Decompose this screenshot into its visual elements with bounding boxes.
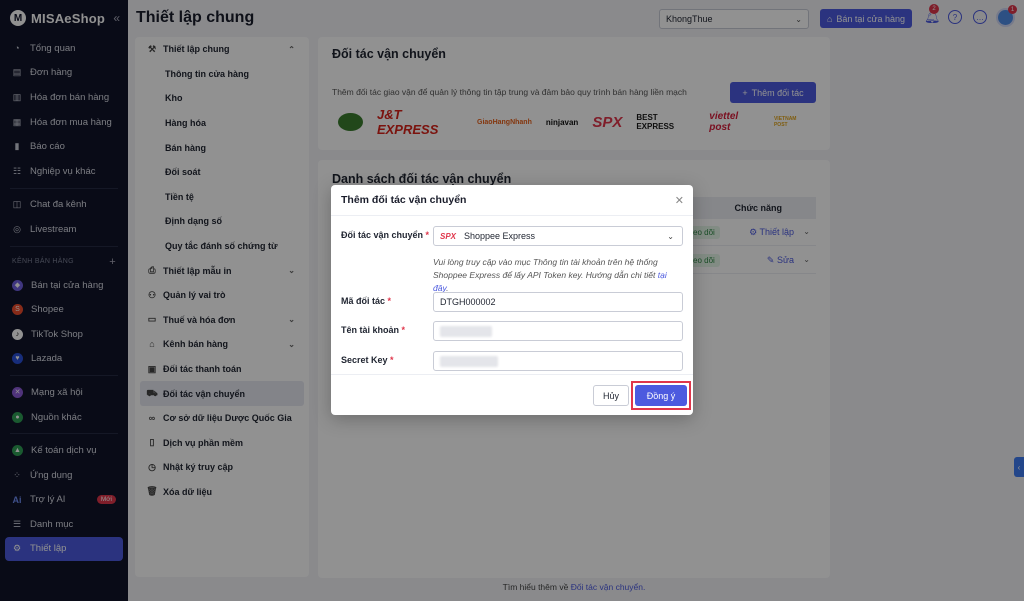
redacted-value [440,355,498,367]
account-label: Tên tài khoản * [341,325,406,335]
chevron-down-icon: ⌄ [667,231,674,241]
close-icon[interactable]: ✕ [675,194,684,207]
modal-footer: Hủy Đồng ý [331,375,693,415]
secret-label: Secret Key * [341,355,394,365]
partner-code-input[interactable]: DTGH000002 [433,292,683,312]
code-label: Mã đối tác * [341,296,392,306]
modal-title: Thêm đối tác vận chuyển [341,194,467,206]
code-field-row: Mã đối tác * DTGH000002 [341,292,683,312]
redacted-value [440,325,492,337]
partner-field-row: Đối tác vận chuyển * SPX Shoppee Express… [341,226,683,246]
spx-logo-icon: SPX [440,231,457,241]
add-partner-modal: Thêm đối tác vận chuyển ✕ Đối tác vận ch… [331,185,693,415]
secret-key-input[interactable] [433,351,683,371]
account-field-row: Tên tài khoản * [341,321,683,341]
cancel-button[interactable]: Hủy [593,385,629,406]
account-name-input[interactable] [433,321,683,341]
confirm-button[interactable]: Đồng ý [635,385,687,406]
partner-select[interactable]: SPX Shoppee Express ⌄ [433,226,683,246]
partner-label: Đối tác vận chuyển * [341,230,430,240]
secret-field-row: Secret Key * [341,351,683,371]
hint-text: Vui lòng truy cập vào mục Thông tin tài … [433,257,667,293]
modal-body: Đối tác vận chuyển * SPX Shoppee Express… [331,215,693,375]
